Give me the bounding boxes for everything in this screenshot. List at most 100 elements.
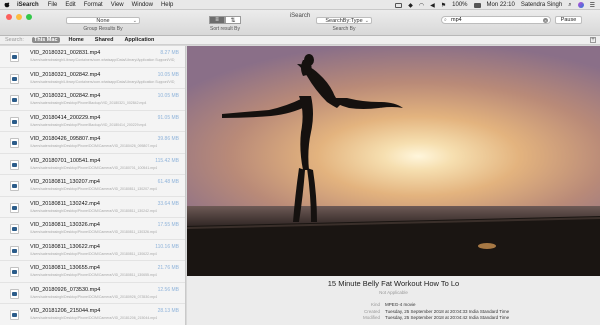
battery-icon[interactable] <box>473 2 481 8</box>
menu-app-name[interactable]: iSearch <box>17 2 39 8</box>
menu-help[interactable]: Help <box>161 2 173 8</box>
search-scope-label: Search: <box>5 37 24 43</box>
menu-extra-icon[interactable] <box>395 2 403 8</box>
movie-file-icon <box>10 267 19 277</box>
group-by-select[interactable]: None ⌄ <box>66 17 140 24</box>
notification-center-icon[interactable]: ☰ <box>590 2 595 9</box>
file-size: 115.42 MB <box>155 157 179 164</box>
file-size: 91.05 MB <box>157 114 179 121</box>
wifi-icon[interactable]: ◠ <box>419 2 424 9</box>
menu-file[interactable]: File <box>48 2 58 8</box>
file-name: VID_20180926_073530.mp4 <box>30 286 101 293</box>
search-field[interactable]: ⌕ mp4 × <box>441 16 551 24</box>
results-list[interactable]: VID_20180321_002831.mp4 /Users/satendras… <box>0 46 186 325</box>
flag-icon[interactable]: ⚑ <box>441 2 446 9</box>
file-name: VID_20181206_215044.mp4 <box>30 308 101 314</box>
list-item[interactable]: VID_20180321_002831.mp4 /Users/satendras… <box>0 46 185 68</box>
file-path: /Users/satendrasingh/Desktop/Phone/DCIM/… <box>30 251 157 256</box>
search-by-select[interactable]: SearchBy:Type ⌄ <box>316 17 372 24</box>
file-name: VID_20180321_002842.mp4 <box>30 71 101 78</box>
metadata-row: Modified Tuesday, 25 September 2018 at 2… <box>187 315 600 322</box>
clock[interactable]: Mon 22:10 <box>487 2 515 8</box>
list-item[interactable]: VID_20180321_002842.mp4 /Users/satendras… <box>0 89 185 111</box>
movie-file-icon <box>10 159 19 170</box>
sort-label: Sort result By <box>209 26 240 32</box>
dropbox-icon[interactable]: ◆ <box>408 2 413 9</box>
sort-order-icon[interactable]: ⇅ <box>225 16 241 24</box>
list-item[interactable]: VID_20180426_095807.mp4 /Users/satendras… <box>0 132 185 154</box>
file-name: VID_20180321_002842.mp4 <box>30 93 101 99</box>
add-scope-button[interactable]: + <box>590 37 596 43</box>
menu-edit[interactable]: Edit <box>65 2 75 8</box>
movie-file-icon <box>10 181 19 191</box>
apple-menu-icon[interactable] <box>4 2 10 8</box>
file-path: /Users/satendrasingh/Desktop/Phone/Backu… <box>30 101 147 105</box>
scope-bar: Search: This Mac Home Shared Application… <box>0 36 600 45</box>
battery-percent: 100% <box>452 2 468 8</box>
movie-file-icon <box>10 73 19 84</box>
file-size: 28.13 MB <box>157 308 179 314</box>
user-name[interactable]: Satendra Singh <box>521 2 562 8</box>
sort-toggle: ≡ ⇅ <box>209 16 241 24</box>
tab-shared[interactable]: Shared <box>93 37 116 43</box>
list-item[interactable]: VID_20180926_073530.mp4 /Users/satendras… <box>0 283 185 304</box>
movie-file-icon <box>10 52 19 62</box>
tab-this-mac[interactable]: This Mac <box>31 37 60 43</box>
file-path: /Users/satendrasingh/Desktop/Phone/DCIM/… <box>30 273 157 277</box>
chevron-down-icon: ⌄ <box>132 18 137 24</box>
search-icon: ⌕ <box>444 17 447 23</box>
file-name: VID_20180701_100541.mp4 <box>30 157 101 164</box>
search-by-value: SearchBy:Type <box>325 18 363 24</box>
tab-home[interactable]: Home <box>67 37 86 43</box>
file-size: 110.16 MB <box>155 243 179 250</box>
file-path: /Users/satendrasingh/Library/Containers/… <box>30 58 175 62</box>
video-thumbnail[interactable] <box>187 46 600 276</box>
list-item[interactable]: VID_20180811_130655.mp4 /Users/satendras… <box>0 261 185 283</box>
tab-application[interactable]: Application <box>122 37 156 43</box>
menu-window[interactable]: Window <box>132 2 153 8</box>
file-path: /Users/satendrasingh/Desktop/Phone/DCIM/… <box>30 316 158 320</box>
menu-bar: iSearch File Edit Format View Window Hel… <box>0 0 600 10</box>
search-by-label: Search By <box>332 26 356 32</box>
file-size: 61.48 MB <box>157 179 179 185</box>
menu-format[interactable]: Format <box>84 2 103 8</box>
preview-subtitle: Not Applicable <box>379 290 408 295</box>
list-item[interactable]: VID_20181206_215044.mp4 /Users/satendras… <box>0 304 185 325</box>
file-size: 39.86 MB <box>157 136 179 142</box>
chevron-down-icon: ⌄ <box>364 18 369 24</box>
metadata-table: Kind MPEG-4 movie Created Tuesday, 25 Se… <box>187 302 600 322</box>
file-name: VID_20180811_130242.mp4 <box>30 200 100 207</box>
file-size: 12.56 MB <box>157 286 179 293</box>
menu-view[interactable]: View <box>111 2 124 8</box>
file-name: VID_20180811_130207.mp4 <box>30 179 100 185</box>
file-name: VID_20180426_095807.mp4 <box>30 136 101 142</box>
group-by-value: None <box>96 18 110 24</box>
file-size: 17.55 MB <box>157 222 179 228</box>
file-name: VID_20180811_130622.mp4 <box>30 243 100 250</box>
movie-file-icon <box>10 224 19 234</box>
file-size: 10.05 MB <box>157 93 179 99</box>
pause-button[interactable]: Pause <box>555 16 582 24</box>
preview-title: 15 Minute Belly Fat Workout How To Lo <box>327 279 460 288</box>
file-path: /Users/satendrasingh/Desktop/Phone/DCIM/… <box>30 187 157 191</box>
movie-file-icon <box>10 202 19 213</box>
file-path: /Users/satendrasingh/Library/Containers/… <box>30 79 175 84</box>
list-item[interactable]: VID_20180414_200229.mp4 /Users/satendras… <box>0 111 185 132</box>
file-size: 21.76 MB <box>157 265 179 271</box>
file-name: VID_20180811_130655.mp4 <box>30 265 100 271</box>
metadata-key: Kind <box>370 302 380 307</box>
siri-icon[interactable] <box>577 2 584 8</box>
list-item[interactable]: VID_20180811_130242.mp4 /Users/satendras… <box>0 197 185 218</box>
list-item[interactable]: VID_20180811_130622.mp4 /Users/satendras… <box>0 240 185 261</box>
clear-search-icon[interactable]: × <box>543 18 548 23</box>
list-item[interactable]: VID_20180701_100541.mp4 /Users/satendras… <box>0 154 185 175</box>
sort-list-icon[interactable]: ≡ <box>209 16 225 24</box>
list-item[interactable]: VID_20180811_130207.mp4 /Users/satendras… <box>0 175 185 197</box>
list-item[interactable]: VID_20180811_130326.mp4 /Users/satendras… <box>0 218 185 240</box>
file-path: /Users/satendrasingh/Desktop/Phone/DCIM/… <box>30 144 158 148</box>
search-input[interactable]: mp4 <box>451 17 462 23</box>
spotlight-icon[interactable]: ⌕ <box>568 2 571 9</box>
list-item[interactable]: VID_20180321_002842.mp4 /Users/satendras… <box>0 68 185 89</box>
volume-icon[interactable]: ◀ <box>430 2 435 9</box>
file-path: /Users/satendrasingh/Desktop/Phone/Backu… <box>30 122 147 127</box>
